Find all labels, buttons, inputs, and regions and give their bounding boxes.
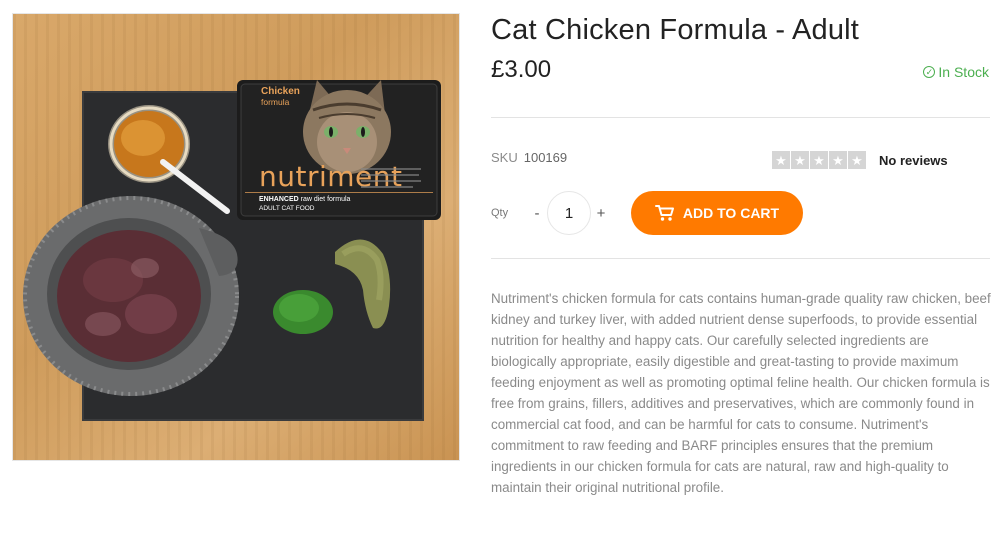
stock-status: ✓ In Stock (923, 64, 989, 80)
star-icon: ★ (791, 151, 809, 169)
check-circle-icon: ✓ (923, 66, 936, 78)
qty-decrease-button[interactable]: - (527, 200, 547, 226)
divider (491, 258, 990, 259)
green-powder (273, 290, 333, 334)
sku: SKU 100169 (491, 150, 567, 165)
sku-value: 100169 (523, 150, 568, 165)
quantity-input[interactable] (547, 191, 591, 235)
add-to-cart-button[interactable]: ADD TO CART (631, 191, 803, 235)
product-description: Nutriment's chicken formula for cats con… (491, 291, 991, 495)
stone-bowl (23, 196, 239, 396)
pack-flavor-sub: formula (261, 97, 290, 107)
divider (491, 117, 990, 118)
star-icon: ★ (829, 151, 847, 169)
pack-line2: ADULT CAT FOOD (259, 205, 315, 212)
pack-flavor: Chicken (261, 86, 300, 97)
product-title: Cat Chicken Formula - Adult (491, 14, 860, 46)
stock-status-label: In Stock (938, 64, 989, 80)
pack-line1: ENHANCED raw diet formula (259, 196, 351, 203)
star-icon: ★ (772, 151, 790, 169)
product-photo: Chicken formula nutriment ENHANCED raw d… (23, 80, 441, 421)
food-pack: Chicken formula nutriment ENHANCED raw d… (237, 80, 441, 220)
add-to-cart-label: ADD TO CART (682, 205, 780, 221)
cart-icon (654, 205, 674, 221)
pack-brand-logo: nutriment (259, 160, 403, 193)
star-icon: ★ (810, 151, 828, 169)
rating[interactable]: ★ ★ ★ ★ ★ No reviews (772, 151, 948, 169)
reviews-count[interactable]: No reviews (879, 153, 948, 168)
qty-label: Qty (491, 207, 509, 219)
sku-label: SKU (491, 150, 518, 165)
product-price: £3.00 (491, 56, 552, 83)
qty-increase-button[interactable]: + (591, 200, 611, 226)
star-icon: ★ (848, 151, 866, 169)
product-image[interactable]: Chicken formula nutriment ENHANCED raw d… (12, 13, 460, 461)
